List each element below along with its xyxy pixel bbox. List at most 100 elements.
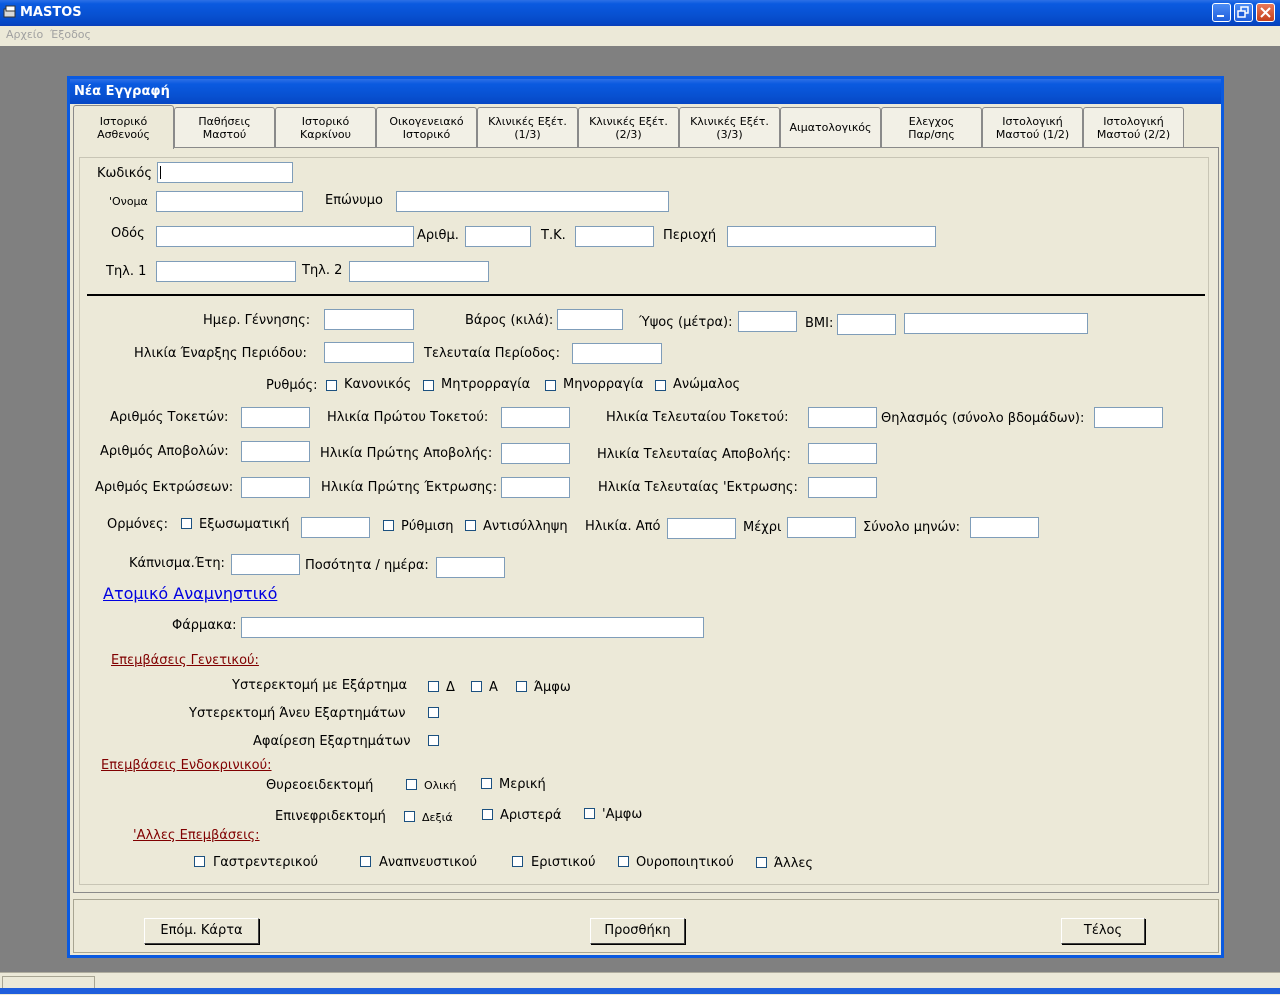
tab-clinical-2[interactable]: Κλινικές Εξέτ. (2/3) xyxy=(578,107,679,147)
minimize-icon xyxy=(1217,15,1224,17)
smoking-years-input[interactable] xyxy=(231,554,300,575)
phone2-input[interactable] xyxy=(349,261,489,282)
per-day-label: Ποσότητα / ημέρα: xyxy=(305,558,429,573)
end-button[interactable]: Τέλος xyxy=(1061,918,1145,944)
code-input[interactable] xyxy=(157,162,293,183)
add-button[interactable]: Προσθήκη xyxy=(590,918,685,944)
first-miscarriage-input[interactable] xyxy=(501,443,570,464)
drugs-input[interactable] xyxy=(241,617,704,638)
phone1-input[interactable] xyxy=(156,261,296,282)
last-miscarriage-input[interactable] xyxy=(808,443,877,464)
hormones-label: Ορμόνες: xyxy=(107,517,169,532)
close-button[interactable] xyxy=(1256,3,1275,22)
hyst-a-checkbox[interactable] xyxy=(471,681,482,692)
tab-cancer-history[interactable]: Ιστορικό Καρκίνου xyxy=(275,107,376,147)
tab-clinical-3[interactable]: Κλινικές Εξέτ. (3/3) xyxy=(679,107,780,147)
hyst-no-adnexa-label: Υστερεκτομή Άνευ Εξαρτημάτων xyxy=(189,706,406,721)
drugs-label: Φάρμακα: xyxy=(172,618,237,633)
number-input[interactable] xyxy=(465,226,531,247)
other-respiratory-checkbox[interactable] xyxy=(360,856,371,867)
name-input[interactable] xyxy=(156,191,303,212)
adnexa-removal-label: Αφαίρεση Εξαρτημάτων xyxy=(253,734,411,749)
other-gastro-checkbox[interactable] xyxy=(194,856,205,867)
tab-hematology[interactable]: Αιματολογικός xyxy=(780,107,881,147)
menu-exit[interactable]: Έξοδος xyxy=(50,28,91,41)
first-birth-input[interactable] xyxy=(501,407,570,428)
street-input[interactable] xyxy=(156,226,414,247)
name-label: 'Ονομα xyxy=(109,195,148,208)
window-title: Νέα Εγγραφή xyxy=(74,84,170,99)
rhythm-normal-checkbox[interactable] xyxy=(326,380,337,391)
hyst-d-label: Δ xyxy=(446,680,455,695)
bmi-category-input[interactable] xyxy=(904,313,1088,334)
bmi-input[interactable] xyxy=(837,314,896,335)
adnexa-removal-checkbox[interactable] xyxy=(428,735,439,746)
hormone-ivf-input[interactable] xyxy=(301,517,370,538)
height-input[interactable] xyxy=(738,311,797,332)
age-from-input[interactable] xyxy=(667,518,736,539)
area-input[interactable] xyxy=(727,226,936,247)
zip-input[interactable] xyxy=(575,226,654,247)
other-urinary-label: Ουροποιητικού xyxy=(636,855,734,870)
next-card-button[interactable]: Επόμ. Κάρτα xyxy=(144,918,259,944)
other-misc-checkbox[interactable] xyxy=(756,857,767,868)
menarche-input[interactable] xyxy=(324,342,414,363)
endo-surgery-title: Επεμβάσεις Ενδοκρινικού: xyxy=(101,758,272,773)
restore-button[interactable] xyxy=(1234,3,1253,22)
tab-clinical-1[interactable]: Κλινικές Εξέτ. (1/3) xyxy=(477,107,578,147)
minimize-button[interactable] xyxy=(1212,3,1231,22)
births-input[interactable] xyxy=(241,407,310,428)
hormone-contraception-checkbox[interactable] xyxy=(465,520,476,531)
hyst-d-checkbox[interactable] xyxy=(428,681,439,692)
personal-history-link[interactable]: Ατομικό Αναμνηστικό xyxy=(103,584,277,603)
breastfeeding-input[interactable] xyxy=(1094,407,1163,428)
app-title-bar: MASTOS xyxy=(0,0,1280,26)
adrenal-right-checkbox[interactable] xyxy=(404,811,415,822)
thyroid-partial-checkbox[interactable] xyxy=(481,778,492,789)
rhythm-metrorrhagia-checkbox[interactable] xyxy=(423,380,434,391)
code-label: Κωδικός xyxy=(97,166,153,181)
tab-followup[interactable]: Ελεγχος Παρ/σης xyxy=(881,107,982,147)
tab-histology-1[interactable]: Ιστολογική Μαστού (1/2) xyxy=(982,107,1083,147)
to-input[interactable] xyxy=(787,517,856,538)
surname-input[interactable] xyxy=(396,191,669,212)
last-birth-input[interactable] xyxy=(808,407,877,428)
tab-patient-history[interactable]: Ιστορικό Ασθενούς xyxy=(73,105,174,149)
tab-histology-2[interactable]: Ιστολογική Μαστού (2/2) xyxy=(1083,107,1184,147)
thyroid-total-checkbox[interactable] xyxy=(406,779,417,790)
miscarriages-input[interactable] xyxy=(241,441,310,462)
other-erotic-checkbox[interactable] xyxy=(512,856,523,867)
births-label: Αριθμός Τοκετών: xyxy=(110,410,229,425)
hyst-no-adnexa-checkbox[interactable] xyxy=(428,707,439,718)
last-period-input[interactable] xyxy=(572,343,662,364)
adrenal-both-checkbox[interactable] xyxy=(584,808,595,819)
other-erotic-label: Εριστικού xyxy=(531,855,596,870)
hyst-both-checkbox[interactable] xyxy=(516,681,527,692)
hyst-a-label: Α xyxy=(489,680,498,695)
first-abortion-input[interactable] xyxy=(501,477,570,498)
tab-family-history[interactable]: Οικογενειακό Ιστορικό xyxy=(376,107,477,147)
breastfeeding-label: Θηλασμός (σύνολο βδομάδων): xyxy=(881,411,1085,426)
birth-date-input[interactable] xyxy=(324,309,414,330)
hormone-ivf-checkbox[interactable] xyxy=(181,518,192,529)
hormone-contraception-label: Αντισύλληψη xyxy=(483,519,568,534)
phone1-label: Τηλ. 1 xyxy=(106,264,147,279)
street-label: Οδός xyxy=(111,226,145,241)
menu-file[interactable]: Αρχείο xyxy=(6,28,43,41)
adrenal-left-checkbox[interactable] xyxy=(482,809,493,820)
zip-label: Τ.Κ. xyxy=(541,228,566,243)
per-day-input[interactable] xyxy=(436,557,505,578)
other-surgery-title: 'Αλλες Επεμβάσεις: xyxy=(133,828,260,843)
taskbar-edge xyxy=(0,988,1280,994)
weight-input[interactable] xyxy=(557,309,623,330)
tab-breast-conditions[interactable]: Παθήσεις Μαστού xyxy=(174,107,275,147)
rhythm-menorrhagia-checkbox[interactable] xyxy=(545,380,556,391)
other-urinary-checkbox[interactable] xyxy=(618,856,629,867)
number-label: Αριθμ. xyxy=(417,228,459,243)
last-abortion-input[interactable] xyxy=(808,477,877,498)
rhythm-irregular-checkbox[interactable] xyxy=(655,380,666,391)
abortions-input[interactable] xyxy=(241,477,310,498)
rhythm-normal-label: Κανονικός xyxy=(344,377,412,392)
hormone-regulation-checkbox[interactable] xyxy=(383,520,394,531)
total-months-input[interactable] xyxy=(970,517,1039,538)
